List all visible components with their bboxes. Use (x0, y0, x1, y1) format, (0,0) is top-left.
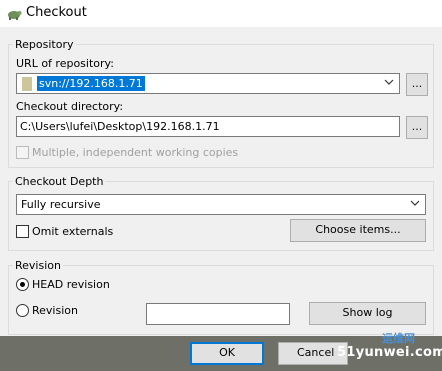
watermark-cn: 运维网 (382, 332, 415, 345)
depth-group-label: Checkout Depth (13, 175, 106, 188)
ok-button[interactable]: OK (190, 342, 264, 365)
repository-group-label: Repository (13, 38, 76, 51)
url-label: URL of repository: (16, 57, 114, 70)
button-bar: OK Cancel 运维网 51yunwei.com (0, 332, 442, 371)
multiple-wc-checkbox[interactable] (16, 146, 29, 159)
revision-input[interactable] (146, 303, 290, 325)
folder-icon (22, 77, 32, 91)
depth-select[interactable]: Fully recursive (16, 194, 426, 215)
omit-externals-label: Omit externals (32, 225, 114, 238)
head-revision-radio[interactable] (16, 278, 29, 291)
dir-browse-button[interactable]: ... (406, 116, 428, 139)
title-bar: Checkout (0, 0, 442, 27)
revision-group-label: Revision (13, 259, 63, 272)
choose-items-button[interactable]: Choose items... (290, 219, 426, 242)
chevron-down-icon (384, 79, 394, 85)
url-browse-button[interactable]: ... (406, 73, 428, 96)
url-value[interactable]: svn://192.168.1.71 (37, 76, 145, 91)
radio-selected-dot (20, 282, 25, 287)
head-revision-label: HEAD revision (32, 278, 110, 291)
show-log-button[interactable]: Show log (309, 302, 426, 325)
depth-selected: Fully recursive (21, 198, 101, 211)
chevron-down-icon (410, 200, 420, 206)
revision-radio-label: Revision (32, 304, 78, 317)
dir-label: Checkout directory: (16, 100, 124, 113)
multiple-wc-label: Multiple, independent working copies (32, 146, 239, 159)
omit-externals-checkbox[interactable] (16, 225, 29, 238)
url-combo[interactable]: svn://192.168.1.71 (16, 73, 400, 94)
tortoise-icon (8, 11, 22, 20)
revision-radio[interactable] (16, 304, 29, 317)
checkout-dir-input[interactable]: C:\Users\lufei\Desktop\192.168.1.71 (16, 116, 400, 137)
window-title: Checkout (26, 5, 87, 20)
watermark: 51yunwei.com (337, 345, 442, 360)
